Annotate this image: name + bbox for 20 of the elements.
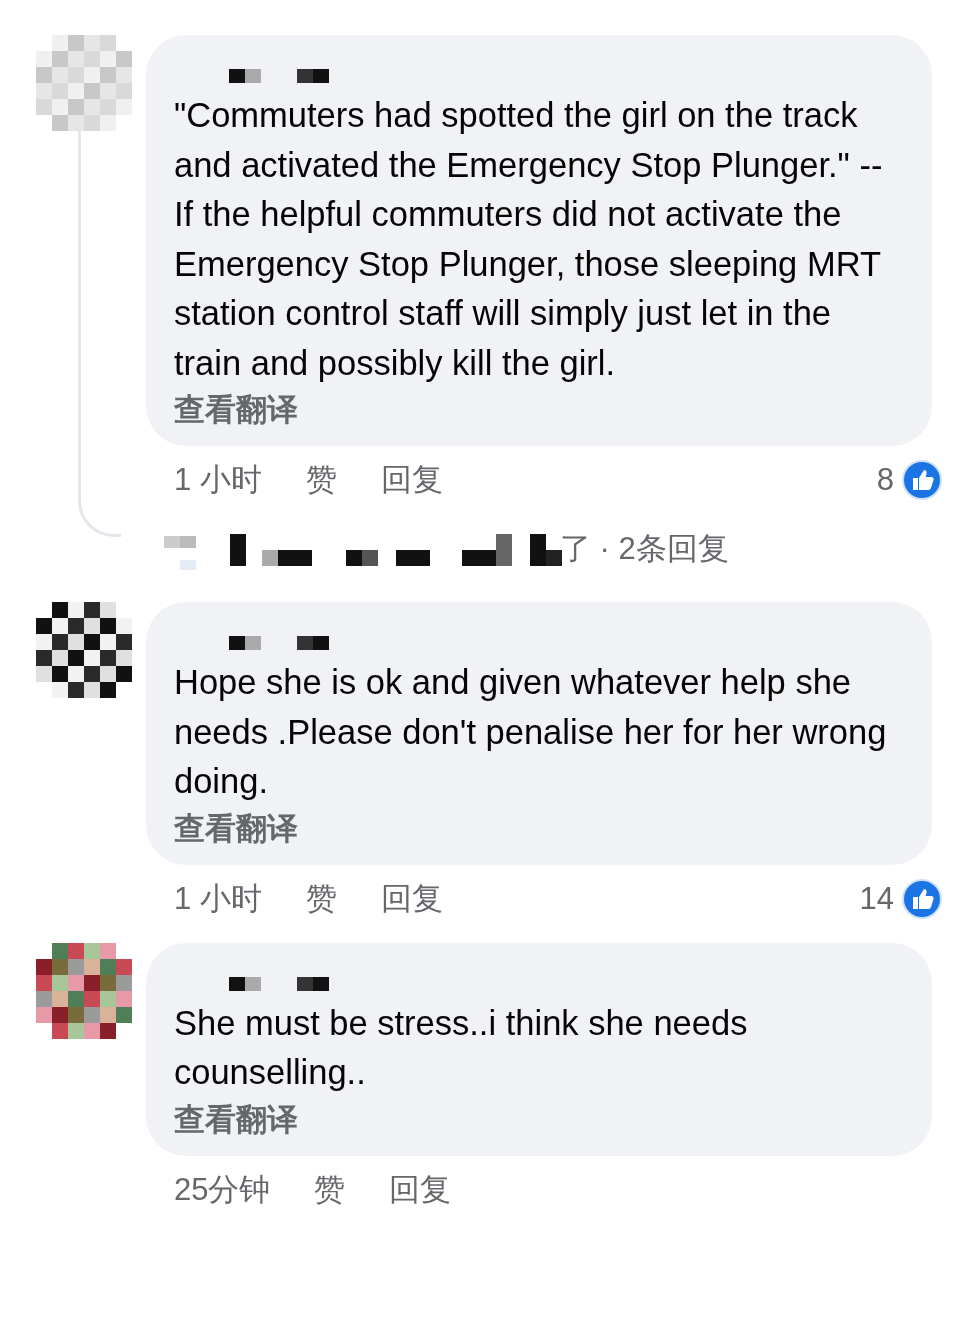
reply-link[interactable]: 回复: [380, 877, 443, 920]
thumbs-up-icon: [902, 460, 942, 500]
translate-link[interactable]: 查看翻译: [174, 1097, 298, 1142]
like-link[interactable]: 赞: [305, 877, 337, 920]
like-link[interactable]: 赞: [305, 459, 337, 501]
like-link[interactable]: 赞: [314, 1168, 346, 1211]
translate-link[interactable]: 查看翻译: [174, 806, 298, 851]
comment-text: She must be stress..i think she needs counselling..: [174, 1002, 749, 1093]
translate-link[interactable]: 查看翻译: [174, 388, 298, 432]
reply-link[interactable]: 回复: [389, 1168, 452, 1211]
like-count: 8: [876, 462, 894, 498]
comment-time: 1 小时: [174, 461, 262, 499]
comment-time: 25分钟: [174, 1170, 271, 1209]
view-replies-link[interactable]: 了 · 2条回复: [560, 528, 729, 570]
thumbs-up-icon: [902, 878, 942, 919]
comment-time: 1 小时: [174, 879, 262, 918]
comment-text: "Commuters had spotted the girl on the track and activated the Emergency Stop Plunger." -- If the helpful commuters did not activate the Emergency Stop Plunger, those sleeping MRT station control staff will simply just let in the train and possibly kill the girl.: [174, 95, 884, 384]
reply-link[interactable]: 回复: [380, 459, 443, 501]
comment-text: Hope she is ok and given whatever help she needs .Please don't penalise her for her wrong doing.: [174, 662, 888, 802]
like-count: 14: [859, 880, 894, 917]
